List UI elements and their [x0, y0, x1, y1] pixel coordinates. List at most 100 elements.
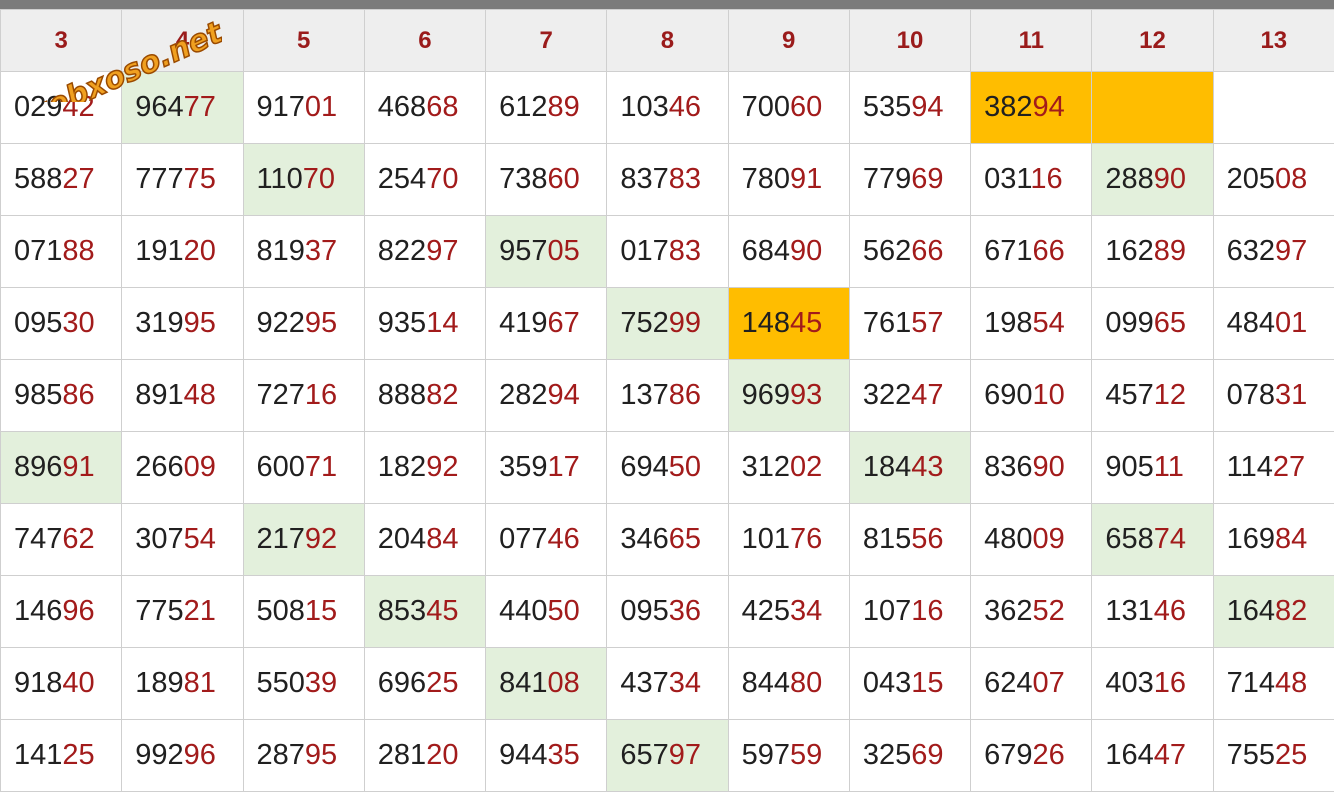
number-tail-digits: 62	[62, 523, 94, 555]
number-tail-digits: 09	[1033, 523, 1065, 555]
number-tail-digits: 11	[1154, 451, 1184, 483]
result-cell: 46868	[364, 72, 485, 144]
result-cell: 38294	[971, 72, 1092, 144]
result-cell: 14125	[1, 720, 122, 792]
result-cell: 34665	[607, 504, 728, 576]
number-tail-digits: 77	[184, 91, 216, 123]
number-head: 985	[14, 379, 62, 411]
result-cell: 60071	[243, 432, 364, 504]
number-tail-digits: 27	[1273, 451, 1305, 483]
result-cell: 59759	[728, 720, 849, 792]
number-head: 419	[499, 307, 547, 339]
table-row: 0718819120819378229795705017836849056266…	[1, 216, 1334, 288]
number-head: 437	[620, 667, 668, 699]
number-tail-digits: 94	[911, 91, 943, 123]
result-cell: 77969	[849, 144, 970, 216]
result-cell: 44050	[486, 576, 607, 648]
number-head: 690	[984, 379, 1032, 411]
number-tail-digits: 90	[790, 235, 822, 267]
result-cell: 91840	[1, 648, 122, 720]
result-cell: 83783	[607, 144, 728, 216]
number-head: 031	[984, 163, 1030, 195]
number-tail-digits: 26	[1033, 739, 1065, 771]
number-tail-digits: 54	[184, 523, 216, 555]
number-tail-digits: 90	[1033, 451, 1065, 483]
number-tail-digits: 95	[305, 307, 337, 339]
result-cell: 26609	[122, 432, 243, 504]
result-cell: 53594	[849, 72, 970, 144]
number-head: 182	[378, 451, 426, 483]
result-cell: 19854	[971, 288, 1092, 360]
number-tail-digits: 60	[790, 91, 822, 123]
number-head: 738	[499, 163, 547, 195]
number-tail-digits: 47	[911, 379, 943, 411]
result-cell: 13786	[607, 360, 728, 432]
number-head: 017	[620, 235, 668, 267]
number-tail-digits: 01	[305, 91, 337, 123]
number-tail-digits: 45	[790, 307, 822, 339]
number-head: 819	[257, 235, 305, 267]
number-tail-digits: 12	[1154, 379, 1186, 411]
result-cell: 41967	[486, 288, 607, 360]
number-head: 254	[378, 163, 426, 195]
number-head: 107	[863, 595, 911, 627]
result-cell: 61289	[486, 72, 607, 144]
number-head: 148	[742, 307, 790, 339]
number-head: 969	[742, 379, 790, 411]
result-cell: 16984	[1213, 504, 1334, 576]
number-tail-digits: 90	[1154, 163, 1186, 195]
number-head: 747	[14, 523, 62, 555]
column-header: 10	[849, 10, 970, 72]
number-tail-digits: 34	[790, 595, 822, 627]
number-tail-digits: 27	[62, 163, 94, 195]
result-cell: 32247	[849, 360, 970, 432]
results-grid: 345678910111213 029429647791701468686128…	[0, 9, 1334, 792]
result-cell: 73860	[486, 144, 607, 216]
result-cell: 89148	[122, 360, 243, 432]
number-head: 131	[1105, 595, 1153, 627]
result-cell: 16482	[1213, 576, 1334, 648]
number-tail-digits: 99	[669, 307, 701, 339]
number-head: 198	[984, 307, 1032, 339]
result-cell	[1092, 72, 1213, 144]
result-cell: 81556	[849, 504, 970, 576]
number-tail-digits: 02	[790, 451, 822, 483]
result-cell: 89691	[1, 432, 122, 504]
number-tail-digits: 10	[1033, 379, 1065, 411]
result-cell: 83690	[971, 432, 1092, 504]
number-tail-digits: 81	[184, 667, 216, 699]
result-cell: 90511	[1092, 432, 1213, 504]
number-head: 095	[14, 307, 62, 339]
number-head: 191	[135, 235, 183, 267]
result-cell: 40316	[1092, 648, 1213, 720]
number-head: 841	[499, 667, 547, 699]
number-tail-digits: 48	[1275, 667, 1307, 699]
number-head: 700	[742, 91, 790, 123]
number-head: 162	[1105, 235, 1153, 267]
result-cell: 92295	[243, 288, 364, 360]
table-row: 8969126609600711829235917694503120218443…	[1, 432, 1334, 504]
number-tail-digits: 69	[911, 739, 943, 771]
number-tail-digits: 36	[669, 595, 701, 627]
results-table: 345678910111213 029429647791701468686128…	[0, 9, 1334, 792]
number-tail-digits: 95	[305, 739, 337, 771]
number-head: 917	[257, 91, 305, 123]
number-tail-digits: 39	[305, 667, 337, 699]
number-tail-digits: 91	[790, 163, 822, 195]
result-cell: 32569	[849, 720, 970, 792]
number-head: 588	[14, 163, 62, 195]
number-tail-digits: 66	[911, 235, 943, 267]
number-head: 597	[742, 739, 790, 771]
table-row: 1412599296287952812094435657975975932569…	[1, 720, 1334, 792]
number-tail-digits: 01	[1275, 307, 1307, 339]
number-head: 694	[620, 451, 668, 483]
number-head: 550	[257, 667, 305, 699]
result-cell: 70060	[728, 72, 849, 144]
result-cell: 28890	[1092, 144, 1213, 216]
table-row: 0953031995922959351441967752991484576157…	[1, 288, 1334, 360]
number-head: 752	[620, 307, 668, 339]
number-tail-digits: 82	[1275, 595, 1307, 627]
number-tail-digits: 25	[1275, 739, 1307, 771]
number-tail-digits: 42	[62, 91, 94, 123]
number-tail-digits: 65	[669, 523, 701, 555]
